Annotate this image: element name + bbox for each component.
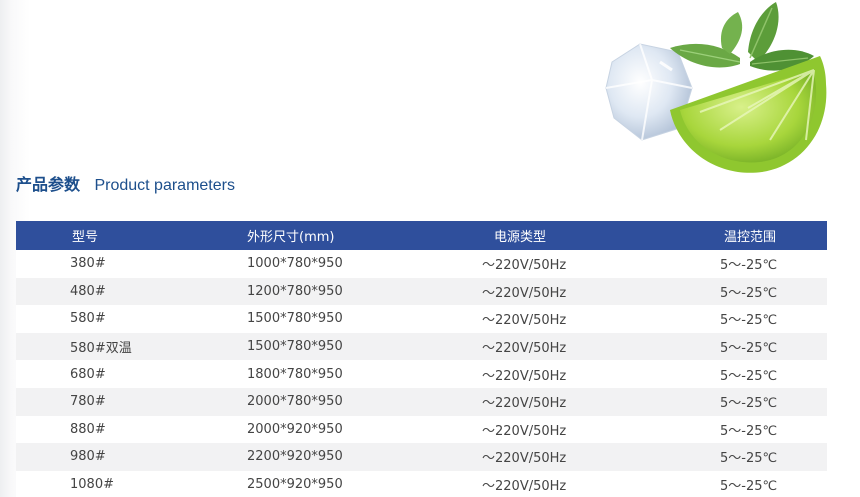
cell-model: 880# bbox=[70, 421, 106, 437]
cell-power-type: ～220V/50Hz bbox=[482, 396, 567, 412]
section-title-en: Product parameters bbox=[94, 177, 235, 194]
cell-dimensions: 1200*780*950 bbox=[247, 283, 343, 299]
cell-dimensions: 2000*920*950 bbox=[247, 421, 343, 437]
parameters-table: 型号 外形尺寸(mm) 电源类型 温控范围 380# 1000*780*950 … bbox=[16, 221, 827, 497]
cell-model: 980# bbox=[70, 449, 106, 465]
cell-power-type: ～220V/50Hz bbox=[482, 313, 567, 329]
section-title-zh: 产品参数 bbox=[16, 175, 81, 194]
cell-temperature-range: 5～-25℃ bbox=[720, 258, 778, 274]
lime-slice-icon bbox=[670, 56, 827, 173]
cell-temperature-range: 5～-25℃ bbox=[720, 285, 778, 301]
cell-temperature-range: 5～-25℃ bbox=[720, 451, 778, 467]
cell-temperature-range: 5～-25℃ bbox=[720, 396, 778, 412]
cell-temperature-range: 5～-25℃ bbox=[720, 479, 778, 495]
cell-power-type: ～220V/50Hz bbox=[482, 451, 567, 467]
cell-power-type: ～220V/50Hz bbox=[482, 285, 567, 301]
mint-leaf-icon bbox=[670, 2, 814, 71]
section-title: 产品参数 Product parameters bbox=[16, 174, 235, 196]
table-header-row: 型号 外形尺寸(mm) 电源类型 温控范围 bbox=[16, 221, 827, 250]
cell-power-type: ～220V/50Hz bbox=[482, 258, 567, 274]
cell-model: 380# bbox=[70, 256, 106, 272]
product-parameters-page: 产品参数 Product parameters 型号 外形尺寸(mm) 电源类型… bbox=[0, 0, 860, 497]
table-row: 980# 2200*920*950 ～220V/50Hz 5～-25℃ bbox=[16, 443, 827, 471]
cell-temperature-range: 5～-25℃ bbox=[720, 313, 778, 329]
cell-power-type: ～220V/50Hz bbox=[482, 479, 567, 495]
cell-power-type: ～220V/50Hz bbox=[482, 341, 567, 357]
cell-dimensions: 2200*920*950 bbox=[247, 449, 343, 465]
table-row: 680# 1800*780*950 ～220V/50Hz 5～-25℃ bbox=[16, 360, 827, 388]
cell-dimensions: 1500*780*950 bbox=[247, 311, 343, 327]
cell-dimensions: 2500*920*950 bbox=[247, 477, 343, 493]
lime-mint-ice-decoration bbox=[605, 2, 827, 173]
cell-temperature-range: 5～-25℃ bbox=[720, 423, 778, 439]
table-row: 1080# 2500*920*950 ～220V/50Hz 5～-25℃ bbox=[16, 470, 827, 497]
cell-model: 780# bbox=[70, 394, 106, 410]
table-row: 880# 2000*920*950 ～220V/50Hz 5～-25℃ bbox=[16, 415, 827, 444]
cell-dimensions: 1800*780*950 bbox=[247, 366, 343, 382]
cell-dimensions: 1000*780*950 bbox=[247, 256, 343, 272]
cell-model: 480# bbox=[70, 283, 106, 299]
cell-temperature-range: 5～-25℃ bbox=[720, 368, 778, 384]
header-model: 型号 bbox=[72, 230, 99, 245]
header-dimensions: 外形尺寸(mm) bbox=[247, 230, 335, 245]
cell-model: 1080# bbox=[70, 477, 114, 493]
cell-model: 580# bbox=[70, 311, 106, 327]
table-row: 380# 1000*780*950 ～220V/50Hz 5～-25℃ bbox=[16, 250, 827, 278]
cell-dimensions: 2000*780*950 bbox=[247, 394, 343, 410]
cell-power-type: ～220V/50Hz bbox=[482, 368, 567, 384]
table-row: 580# 1500*780*950 ～220V/50Hz 5～-25℃ bbox=[16, 305, 827, 333]
table-row: 780# 2000*780*950 ～220V/50Hz 5～-25℃ bbox=[16, 387, 827, 416]
table-row: 580#双温 1500*780*950 ～220V/50Hz 5～-25℃ bbox=[16, 332, 827, 361]
cell-model: 580#双温 bbox=[70, 341, 132, 357]
cell-temperature-range: 5～-25℃ bbox=[720, 341, 778, 357]
header-power-type: 电源类型 bbox=[494, 230, 547, 245]
cell-model: 680# bbox=[70, 366, 106, 382]
cell-power-type: ～220V/50Hz bbox=[482, 423, 567, 439]
header-temperature-range: 温控范围 bbox=[724, 230, 777, 245]
cell-dimensions: 1500*780*950 bbox=[247, 339, 343, 355]
table-row: 480# 1200*780*950 ～220V/50Hz 5～-25℃ bbox=[16, 277, 827, 306]
